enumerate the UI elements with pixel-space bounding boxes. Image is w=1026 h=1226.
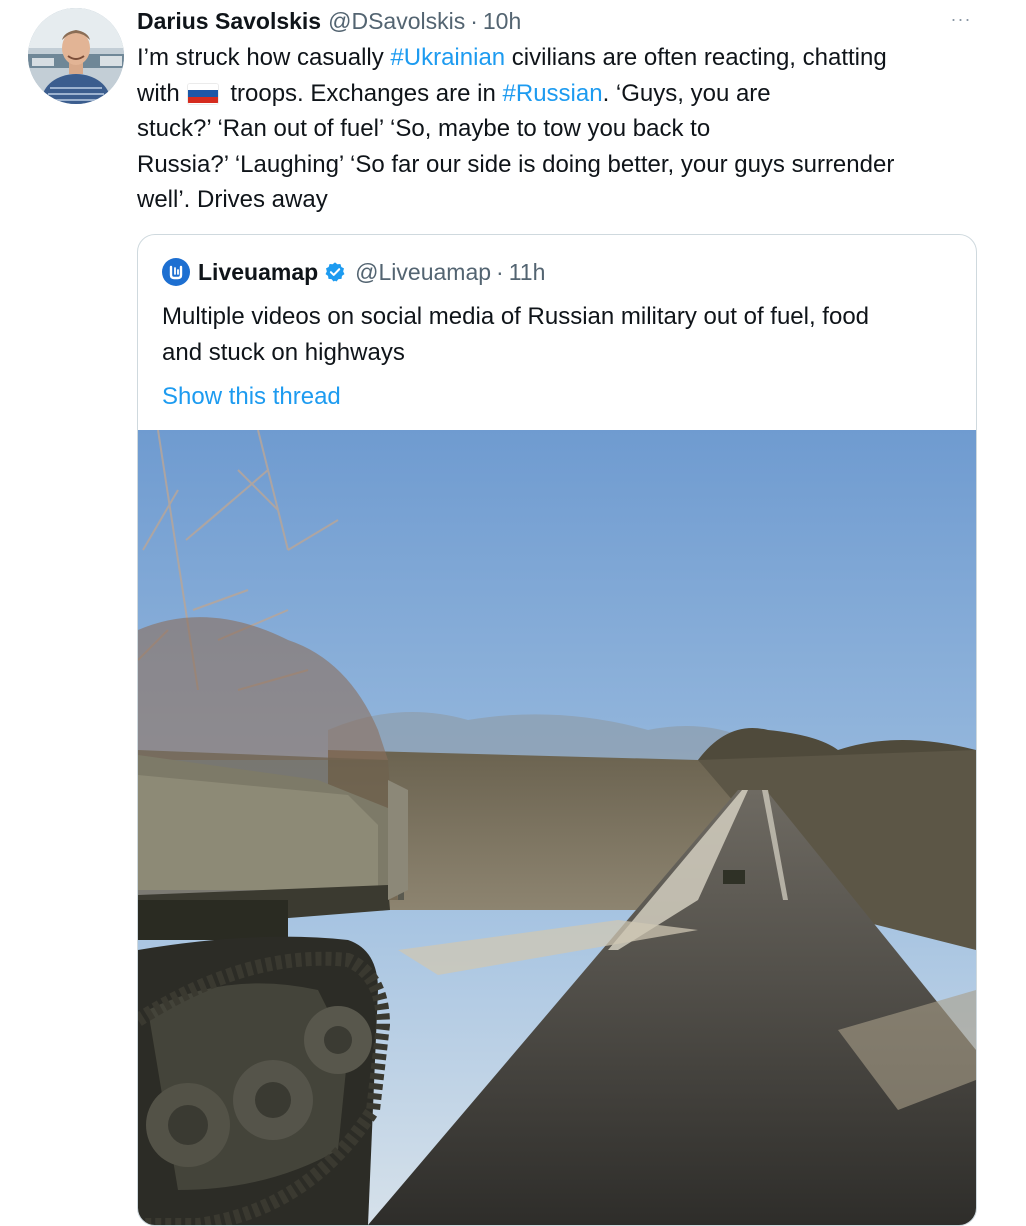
separator-dot: · (470, 7, 478, 34)
hashtag-link[interactable]: #Ukrainian (390, 44, 505, 71)
tweet-line-5: well’. Drives away (137, 186, 328, 213)
liveuamap-logo-icon[interactable] (162, 258, 190, 286)
quoted-author-handle[interactable]: @Liveuamap (355, 259, 491, 286)
verified-badge-icon (324, 261, 346, 283)
quoted-line-1: Multiple videos on social media of Russi… (162, 303, 870, 330)
tweet-line-1: I’m struck how casually #Ukrainian civil… (137, 40, 987, 76)
text-fragment: I’m struck how casually (137, 44, 391, 71)
text-fragment: with (137, 79, 180, 107)
show-thread-link[interactable]: Show this thread (162, 381, 341, 413)
tweet-line-3: stuck?’ ‘Ran out of fuel’ ‘So, maybe to … (137, 115, 711, 142)
author-name[interactable]: Darius Savolskis (137, 8, 321, 35)
video-thumbnail (138, 430, 976, 1225)
author-avatar[interactable] (28, 8, 124, 104)
tweet-line-2: with troops. Exchanges are in #Russian. … (137, 76, 987, 112)
text-fragment: civilians are often reacting, chatting (505, 44, 887, 71)
tweet-header: Darius Savolskis @DSavolskis · 10h (137, 6, 521, 36)
hashtag-link[interactable]: #Russian (503, 80, 603, 107)
tweet-line-4: Russia?’ ‘Laughing’ ‘So far our side is … (137, 150, 895, 178)
quoted-author-name[interactable]: Liveuamap (198, 259, 318, 286)
quoted-tweet[interactable]: Liveuamap @Liveuamap · 11h Multiple vide… (137, 234, 977, 1226)
quoted-tweet-header: Liveuamap @Liveuamap · 11h (162, 257, 545, 287)
quoted-tweet-media[interactable] (138, 430, 976, 1225)
tweet-card[interactable]: Darius Savolskis @DSavolskis · 10h ··· I… (0, 0, 1026, 1226)
more-horizontal-icon[interactable]: ··· (946, 6, 976, 32)
tweet-timestamp[interactable]: 10h (483, 8, 521, 35)
russian-flag-icon (187, 83, 218, 104)
tweet-text: I’m struck how casually #Ukrainian civil… (137, 40, 987, 218)
text-fragment: . ‘Guys, you are (602, 79, 771, 107)
quoted-tweet-text: Multiple videos on social media of Russi… (162, 299, 962, 370)
separator-dot: · (496, 258, 504, 285)
author-avatar-image (28, 8, 124, 104)
text-fragment: troops. Exchanges are in (223, 79, 503, 107)
quoted-tweet-timestamp[interactable]: 11h (509, 259, 546, 286)
author-handle[interactable]: @DSavolskis (328, 8, 465, 35)
quoted-line-2: and stuck on highways (162, 338, 405, 366)
